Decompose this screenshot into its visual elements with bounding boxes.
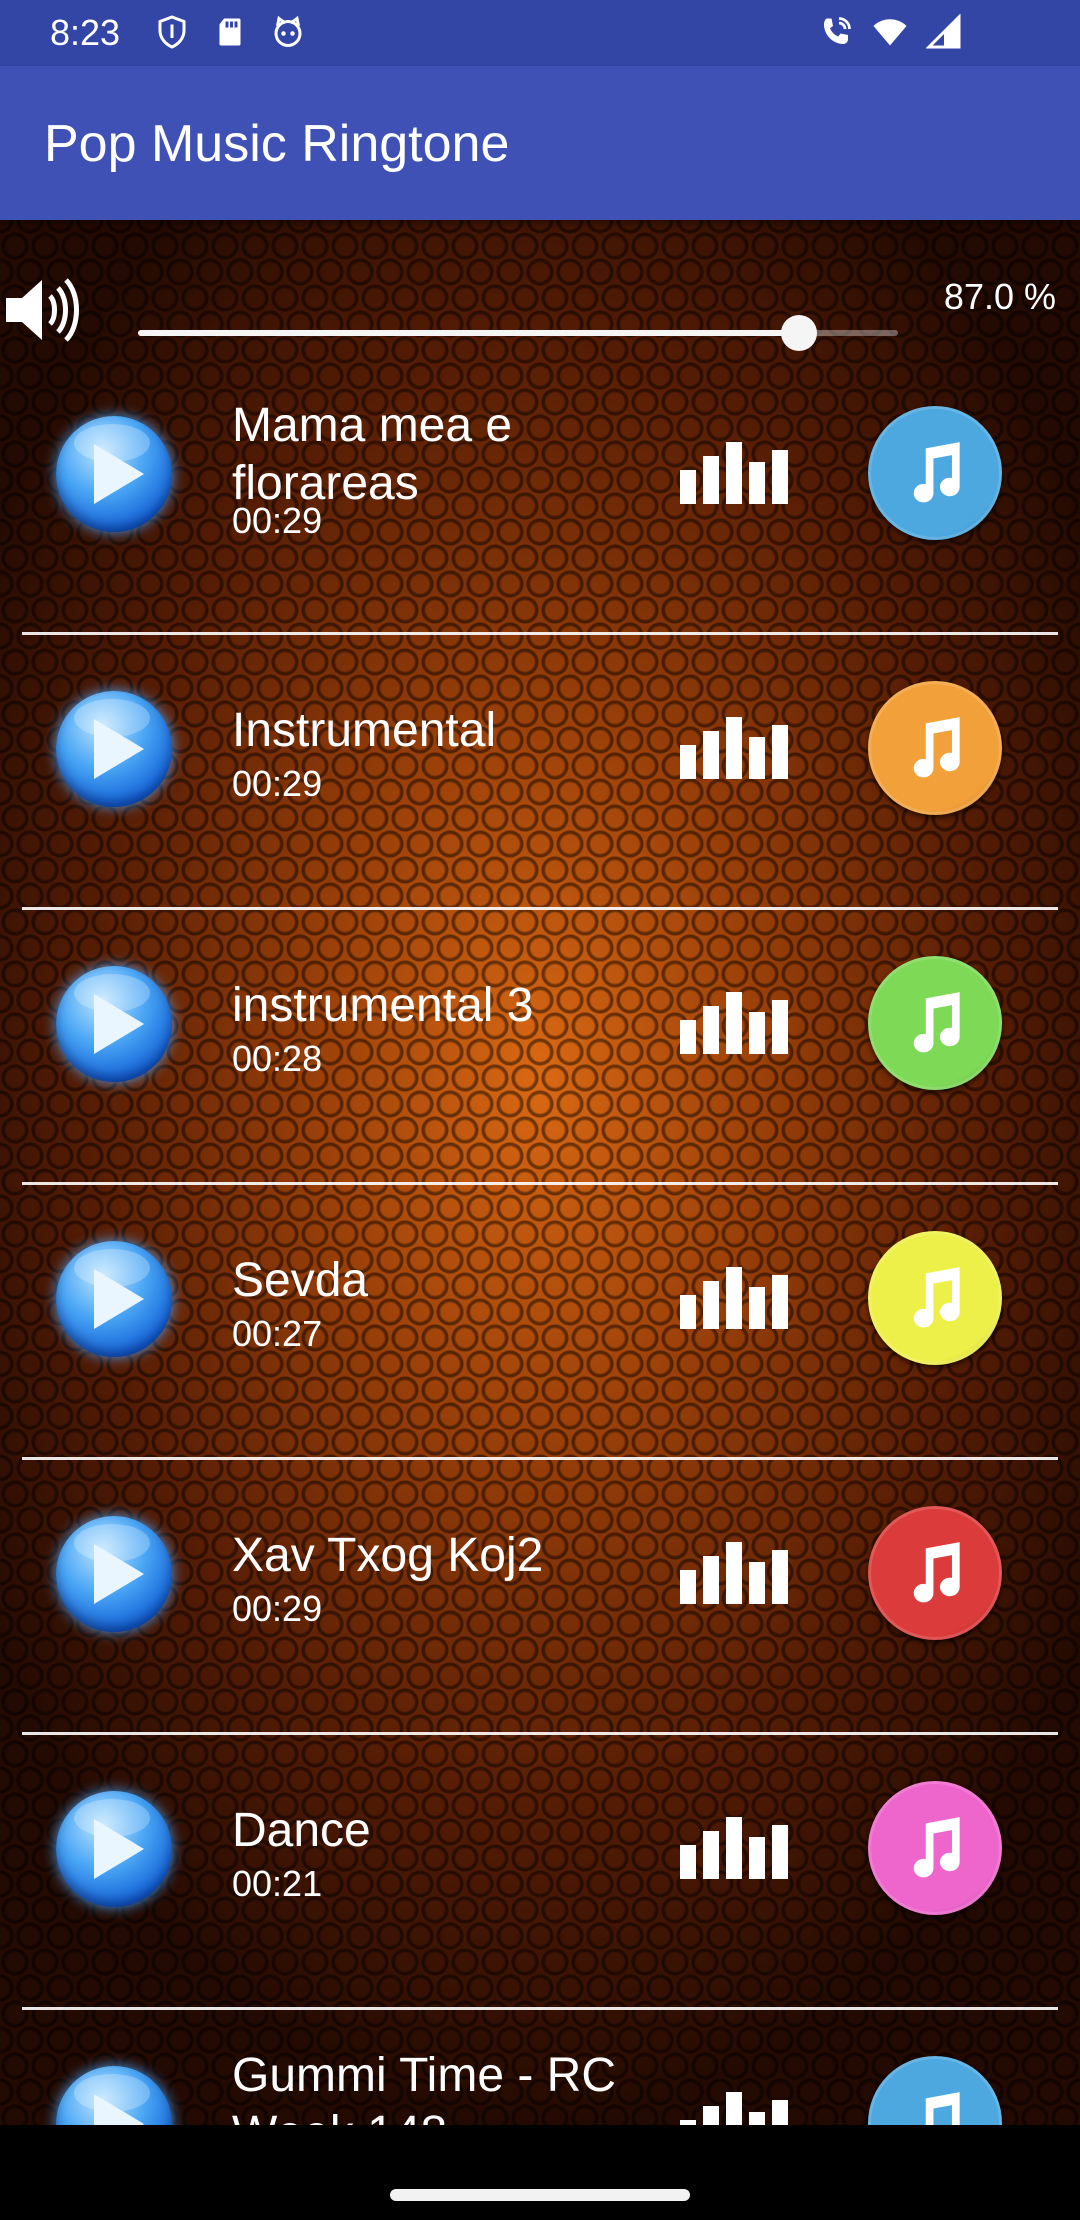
song-title: Xav Txog Koj2 xyxy=(232,1529,544,1582)
play-button[interactable] xyxy=(56,1241,172,1357)
song-title: Instrumental xyxy=(232,704,497,757)
song-duration: 00:27 xyxy=(232,1313,323,1354)
set-ringtone-button[interactable] xyxy=(868,2056,1002,2125)
volume-slider-thumb[interactable] xyxy=(781,315,818,351)
home-gesture-handle[interactable] xyxy=(390,2189,690,2201)
play-button[interactable] xyxy=(56,1791,172,1907)
play-icon xyxy=(94,2094,144,2125)
list-item[interactable]: Mama mea e florareas 00:29 xyxy=(0,360,1080,635)
play-button[interactable] xyxy=(56,966,172,1082)
song-duration: 00:29 xyxy=(232,1588,323,1629)
status-time: 8:23 xyxy=(50,12,121,53)
volume-slider[interactable] xyxy=(138,315,898,351)
song-duration: 00:28 xyxy=(232,1038,323,1079)
equalizer-icon xyxy=(680,1542,790,1606)
list-item[interactable]: Xav Txog Koj2 00:29 xyxy=(0,1460,1080,1735)
play-button[interactable] xyxy=(56,2066,172,2125)
equalizer-icon xyxy=(680,442,790,506)
play-button[interactable] xyxy=(56,691,172,807)
play-button[interactable] xyxy=(56,1516,172,1632)
song-duration: 00:29 xyxy=(232,500,323,541)
list-item[interactable]: Instrumental 00:29 xyxy=(0,635,1080,910)
song-title: Sevda xyxy=(232,1254,369,1307)
volume-slider-fill xyxy=(138,330,800,336)
song-title: instrumental 3 xyxy=(232,979,534,1032)
song-title: Mama mea e florareas xyxy=(232,399,513,510)
set-ringtone-button[interactable] xyxy=(868,1231,1002,1365)
play-icon xyxy=(94,1269,144,1329)
song-duration: 00:21 xyxy=(232,1863,323,1904)
cat-face-icon xyxy=(274,15,302,47)
equalizer-icon xyxy=(680,1267,790,1331)
ringtone-list-screen: 87.0 % Mama mea e florareas 00:29 Instrume… xyxy=(0,220,1080,2125)
play-icon xyxy=(94,719,144,779)
status-bar: 8:23 xyxy=(0,0,1080,66)
equalizer-icon xyxy=(680,2092,790,2125)
app-bar: Pop Music Ringtone xyxy=(0,66,1080,220)
list-item[interactable]: Sevda 00:27 xyxy=(0,1185,1080,1460)
wifi-icon xyxy=(873,19,907,46)
set-ringtone-button[interactable] xyxy=(868,1506,1002,1640)
speaker-icon[interactable] xyxy=(2,270,82,350)
play-button[interactable] xyxy=(56,416,172,532)
volume-percent-label: 87.0 % xyxy=(943,276,1056,317)
app-title: Pop Music Ringtone xyxy=(44,115,510,173)
play-icon xyxy=(94,1544,144,1604)
navigation-bar xyxy=(0,2125,1080,2220)
set-ringtone-button[interactable] xyxy=(868,406,1002,540)
list-item[interactable]: Dance 00:21 xyxy=(0,1735,1080,2010)
song-title: Dance xyxy=(232,1804,371,1857)
play-icon xyxy=(94,1819,144,1879)
equalizer-icon xyxy=(680,1817,790,1881)
set-ringtone-button[interactable] xyxy=(868,1781,1002,1915)
equalizer-icon xyxy=(680,717,790,781)
set-ringtone-button[interactable] xyxy=(868,681,1002,815)
sd-card-icon xyxy=(219,18,241,46)
song-title: Gummi Time - RC Week 148 xyxy=(232,2049,616,2125)
list-item[interactable]: instrumental 3 00:28 xyxy=(0,910,1080,1185)
song-duration: 00:29 xyxy=(232,763,323,804)
shield-icon xyxy=(158,15,186,49)
list-item[interactable]: Gummi Time - RC Week 148 xyxy=(0,2010,1080,2125)
play-icon xyxy=(94,994,144,1054)
set-ringtone-button[interactable] xyxy=(868,956,1002,1090)
play-icon xyxy=(94,444,144,504)
volume-control: 87.0 % xyxy=(0,250,1080,360)
song-list: Mama mea e florareas 00:29 Instrumental 00:… xyxy=(0,360,1080,2125)
equalizer-icon xyxy=(680,992,790,1056)
signal-icon xyxy=(926,14,961,49)
wifi-call-icon xyxy=(824,17,851,44)
